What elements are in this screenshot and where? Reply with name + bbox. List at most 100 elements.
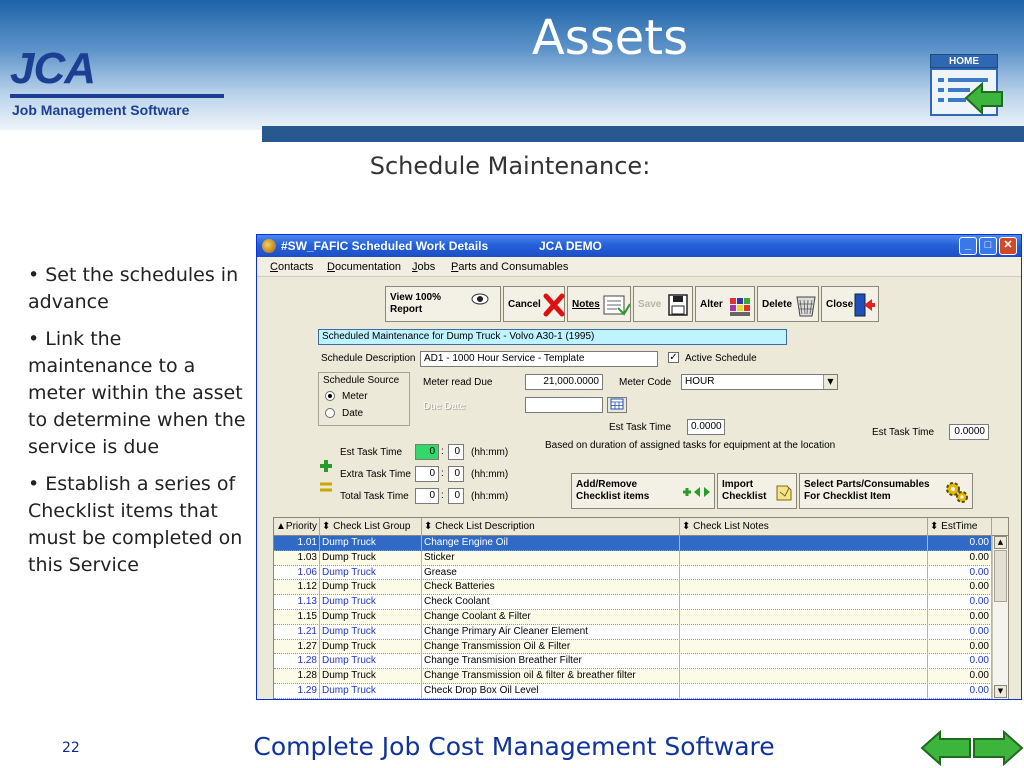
cell-notes [680, 565, 928, 581]
table-row[interactable]: 1.01 Dump Truck Change Engine Oil 0.00 [274, 536, 992, 551]
maximize-button[interactable]: □ [979, 237, 997, 255]
cell-description: Change Engine Oil [422, 536, 680, 551]
table-row[interactable]: 1.28 Dump Truck Change Transmission oil & … [274, 669, 992, 684]
home-button[interactable]: HOME [928, 54, 1006, 118]
cell-notes [680, 580, 928, 596]
menu-contacts[interactable]: Contacts [270, 261, 313, 273]
col-check-list-notes[interactable]: ⬍ Check List Notes [680, 518, 928, 536]
nav-arrows[interactable] [920, 728, 1024, 768]
cell-group: Dump Truck [320, 580, 422, 596]
scroll-down-icon[interactable]: ▼ [994, 685, 1007, 698]
cell-group: Dump Truck [320, 639, 422, 655]
menu-bar: Contacts Documentation Jobs Parts and Co… [257, 257, 1021, 277]
logo-rule [10, 94, 224, 98]
cell-est: 0.00 [928, 639, 992, 655]
time-colon: : [441, 446, 444, 457]
hhmm-label: (hh:mm) [471, 447, 509, 458]
col-check-list-description[interactable]: ⬍ Check List Description [422, 518, 680, 536]
scheduled-work-window: #SW_FAFIC Scheduled Work Details JCA DEM… [256, 234, 1022, 700]
cell-notes [680, 624, 928, 640]
schedule-description-field[interactable]: AD1 - 1000 Hour Service - Template [420, 351, 658, 367]
table-row[interactable]: 1.03 Dump Truck Sticker 0.00 [274, 550, 992, 566]
import-checklist-button[interactable]: Import Checklist [717, 473, 797, 509]
meter-code-value: HOUR [685, 376, 715, 387]
meter-read-due-label: Meter read Due [423, 377, 493, 388]
window-titlebar[interactable]: #SW_FAFIC Scheduled Work Details JCA DEM… [257, 235, 1021, 257]
header-strip [262, 126, 1024, 142]
save-button[interactable]: Save [633, 286, 693, 322]
minimize-button[interactable]: _ [959, 237, 977, 255]
scroll-up-icon[interactable]: ▲ [994, 536, 1007, 549]
grid-header: ▲Priority ⬍ Check List Group ⬍ Check Lis… [274, 518, 1008, 536]
extra-task-hours-field[interactable]: 0 [415, 466, 439, 482]
menu-documentation[interactable]: Documentation [327, 261, 401, 273]
table-row[interactable]: 1.21 Dump Truck Change Primary Air Cleaner… [274, 624, 992, 640]
meter-code-select[interactable]: HOUR ▼ [681, 374, 838, 390]
due-date-field[interactable] [525, 397, 603, 413]
time-colon: : [441, 490, 444, 501]
select-parts-button[interactable]: Select Parts/Consumables For Checklist I… [799, 473, 973, 509]
active-schedule-checkbox[interactable]: ✓ [668, 352, 679, 363]
hhmm-label: (hh:mm) [471, 469, 509, 480]
close-label: Close [826, 299, 854, 310]
cancel-button[interactable]: Cancel [503, 286, 565, 322]
menu-jobs[interactable]: Jobs [412, 261, 435, 273]
cell-group: Dump Truck [320, 654, 422, 670]
est-task-hours-field[interactable]: 0 [415, 444, 439, 460]
meter-read-due-field[interactable]: 21,000.0000 [525, 374, 603, 390]
cell-group: Dump Truck [320, 565, 422, 581]
cell-description: Sticker [422, 550, 680, 566]
slide-title: Assets [531, 10, 689, 66]
cell-est: 0.00 [928, 624, 992, 640]
table-row[interactable]: 1.13 Dump Truck Check Coolant 0.00 [274, 595, 992, 610]
bullet-item: • Set the schedules in advance [28, 264, 239, 313]
close-button[interactable]: Close [821, 286, 879, 322]
back-arrow-icon [964, 81, 1003, 116]
source-meter-radio[interactable] [325, 391, 335, 401]
brand-block: JCA Job Management Software [0, 40, 226, 124]
cell-notes [680, 639, 928, 655]
cell-est: 0.00 [928, 550, 992, 566]
view-report-button[interactable]: View 100% Report [385, 286, 501, 322]
table-row[interactable]: 1.28 Dump Truck Change Transmision Breathe… [274, 654, 992, 670]
table-row[interactable]: 1.15 Dump Truck Change Coolant & Filter 0.0… [274, 610, 992, 625]
duration-note: Based on duration of assigned tasks for … [545, 440, 836, 451]
cancel-label: Cancel [508, 299, 541, 310]
select-parts-label: Select Parts/Consumables For Checklist I… [804, 479, 930, 502]
table-row[interactable]: 1.06 Dump Truck Grease 0.00 [274, 565, 992, 581]
cell-est: 0.00 [928, 654, 992, 670]
chevron-down-icon[interactable]: ▼ [823, 375, 837, 389]
table-row[interactable]: 1.29 Dump Truck Check Drop Box Oil Level 0.… [274, 684, 992, 699]
table-row[interactable]: 1.27 Dump Truck Change Transmission Oil & … [274, 639, 992, 655]
cell-group: Dump Truck [320, 595, 422, 610]
extra-task-mins-field[interactable]: 0 [448, 466, 464, 482]
cell-priority: 1.06 [274, 565, 320, 581]
cell-notes [680, 595, 928, 610]
col-check-list-group[interactable]: ⬍ Check List Group [320, 518, 422, 536]
col-est-time[interactable]: ⬍ EstTime [928, 518, 992, 536]
table-row[interactable]: 1.12 Dump Truck Check Batteries 0.00 [274, 580, 992, 596]
est-task-mins-field[interactable]: 0 [448, 444, 464, 460]
menu-parts-and-consumables[interactable]: Parts and Consumables [451, 261, 568, 273]
cell-priority: 1.01 [274, 536, 320, 551]
page-number: 22 [62, 740, 80, 756]
delete-button[interactable]: Delete [757, 286, 819, 322]
source-date-radio[interactable] [325, 408, 335, 418]
footer-text: Complete Job Cost Management Software [253, 732, 775, 761]
alter-button[interactable]: Alter [695, 286, 755, 322]
col-priority[interactable]: ▲Priority [274, 518, 320, 536]
cell-notes [680, 550, 928, 566]
add-remove-checklist-button[interactable]: Add/Remove Checklist items [571, 473, 715, 509]
scroll-thumb[interactable] [994, 550, 1007, 602]
cell-est: 0.00 [928, 684, 992, 699]
cell-description: Check Batteries [422, 580, 680, 596]
total-task-hours-field: 0 [415, 488, 439, 504]
vertical-scrollbar[interactable]: ▲ ▼ [992, 536, 1008, 699]
cell-description: Change Transmision Breather Filter [422, 654, 680, 670]
active-schedule-label: Active Schedule [685, 353, 757, 364]
cell-description: Check Drop Box Oil Level [422, 684, 680, 699]
close-window-button[interactable]: ✕ [999, 237, 1017, 255]
calendar-button[interactable] [607, 397, 627, 413]
notes-button[interactable]: Notes [567, 286, 631, 322]
cell-priority: 1.21 [274, 624, 320, 640]
